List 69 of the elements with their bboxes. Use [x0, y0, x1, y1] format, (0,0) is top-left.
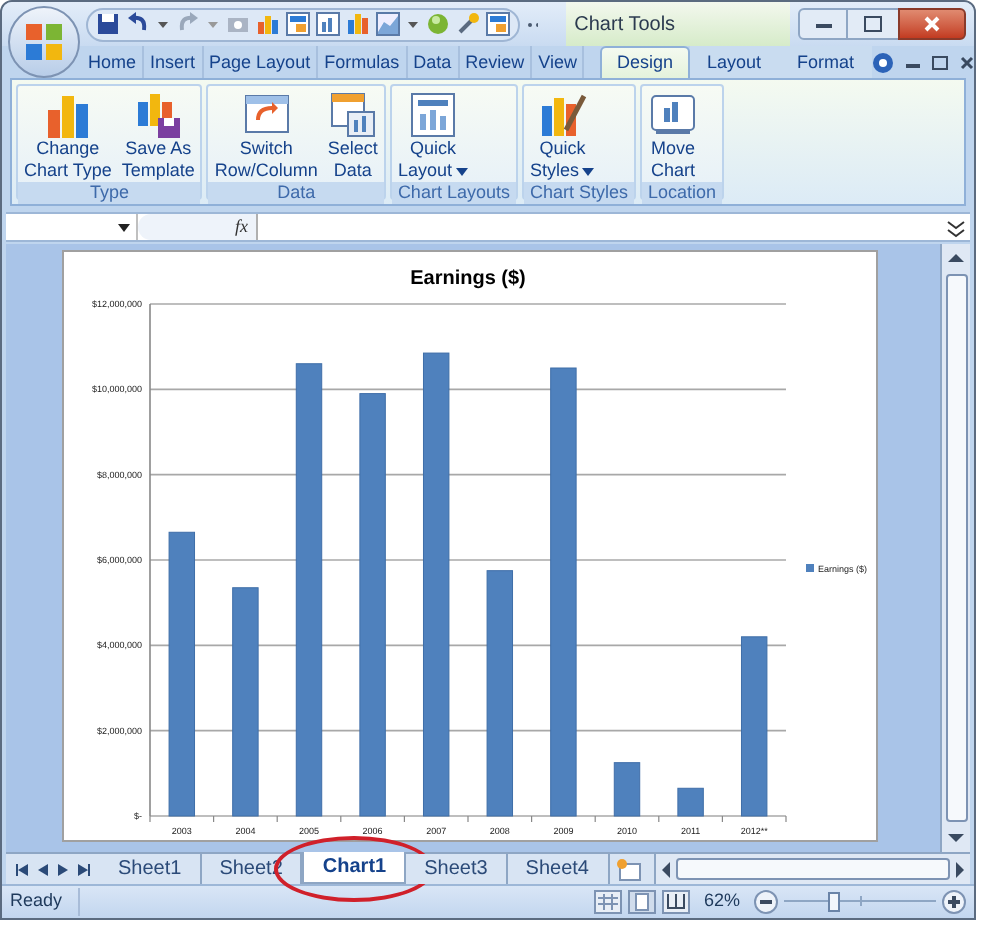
- layout-icon: [407, 90, 458, 138]
- first-sheet-icon[interactable]: [16, 863, 28, 875]
- ribbon-tab[interactable]: Format: [779, 46, 873, 78]
- expand-icon[interactable]: [946, 217, 966, 237]
- insert-sheet-icon[interactable]: [613, 857, 641, 881]
- chart-page-icon[interactable]: [316, 12, 340, 36]
- chart-template-icon: [133, 90, 184, 138]
- vertical-scrollbar[interactable]: [940, 244, 970, 852]
- horizontal-scrollbar[interactable]: [653, 854, 970, 884]
- minimize-button[interactable]: [798, 8, 848, 40]
- table-icon[interactable]: [286, 12, 310, 36]
- zoom-level[interactable]: 62%: [703, 888, 740, 916]
- help-icon[interactable]: [872, 51, 895, 73]
- chart-styles-icon[interactable]: [346, 12, 370, 36]
- legend-swatch: [806, 564, 814, 572]
- ribbon-button[interactable]: Quick Styles: [525, 86, 599, 182]
- close-button[interactable]: [898, 8, 966, 40]
- close-icon: [924, 16, 940, 32]
- ribbon-button[interactable]: Switch Row/Column: [210, 86, 322, 182]
- overflow-icon[interactable]: [528, 21, 539, 27]
- group-label: Chart Layouts: [391, 182, 516, 204]
- bar-chart-icon: [42, 90, 93, 138]
- scroll-right-icon: [950, 861, 970, 877]
- ribbon-tab[interactable]: Design: [600, 46, 689, 78]
- office-logo-icon: [24, 22, 64, 62]
- group-label: Data: [208, 182, 384, 204]
- undo-icon[interactable]: [126, 12, 150, 36]
- group-label: Chart Styles: [523, 182, 634, 204]
- ribbon-button[interactable]: Change Chart Type: [20, 86, 116, 182]
- sheet-tab[interactable]: Chart1: [302, 852, 407, 884]
- ribbon-button[interactable]: Move Chart: [644, 86, 702, 182]
- previous-sheet-icon[interactable]: [38, 863, 48, 875]
- zoom-slider-track[interactable]: [784, 890, 936, 914]
- restore-icon[interactable]: [932, 55, 949, 69]
- wand-icon[interactable]: [456, 12, 480, 36]
- scroll-thumb[interactable]: [945, 274, 967, 822]
- bar-chart-icon[interactable]: [256, 12, 280, 36]
- group-label: Location: [642, 182, 723, 204]
- zoom-in-icon[interactable]: [942, 890, 966, 914]
- chart-move-icon: [648, 90, 698, 138]
- close-icon[interactable]: [960, 55, 974, 69]
- zoom-out-icon[interactable]: [754, 890, 778, 914]
- zoom-slider-thumb[interactable]: [827, 892, 840, 912]
- group-label: Type: [18, 182, 201, 204]
- context-tab-title: Chart Tools: [574, 11, 676, 39]
- bar: [677, 787, 704, 817]
- restore-button[interactable]: [848, 8, 898, 40]
- area-chart-icon[interactable]: [376, 12, 400, 36]
- next-sheet-icon[interactable]: [58, 863, 68, 875]
- bar: [613, 762, 641, 817]
- table-icon[interactable]: [486, 12, 510, 36]
- ribbon-button[interactable]: Save As Template: [117, 86, 199, 182]
- page-break-view-icon[interactable]: [661, 890, 690, 914]
- normal-view-icon[interactable]: [593, 890, 622, 914]
- caret-icon: [118, 223, 130, 231]
- status-text: Ready: [10, 888, 81, 916]
- data-table-icon: [327, 90, 378, 138]
- save-icon[interactable]: [96, 12, 120, 36]
- chart-brush-icon: [537, 90, 588, 138]
- last-sheet-icon[interactable]: [78, 863, 90, 875]
- ribbon-button[interactable]: Quick Layout: [393, 86, 472, 182]
- scroll-thumb[interactable]: [675, 858, 950, 880]
- function-label[interactable]: fx: [235, 213, 248, 241]
- swap-table-icon: [241, 90, 292, 138]
- ribbon-tab[interactable]: Layout: [689, 46, 780, 78]
- chart-title: Earnings ($): [410, 268, 526, 290]
- minimize-icon: [815, 21, 831, 27]
- restore-icon: [864, 16, 882, 32]
- ribbon-button[interactable]: Select Data: [323, 86, 382, 182]
